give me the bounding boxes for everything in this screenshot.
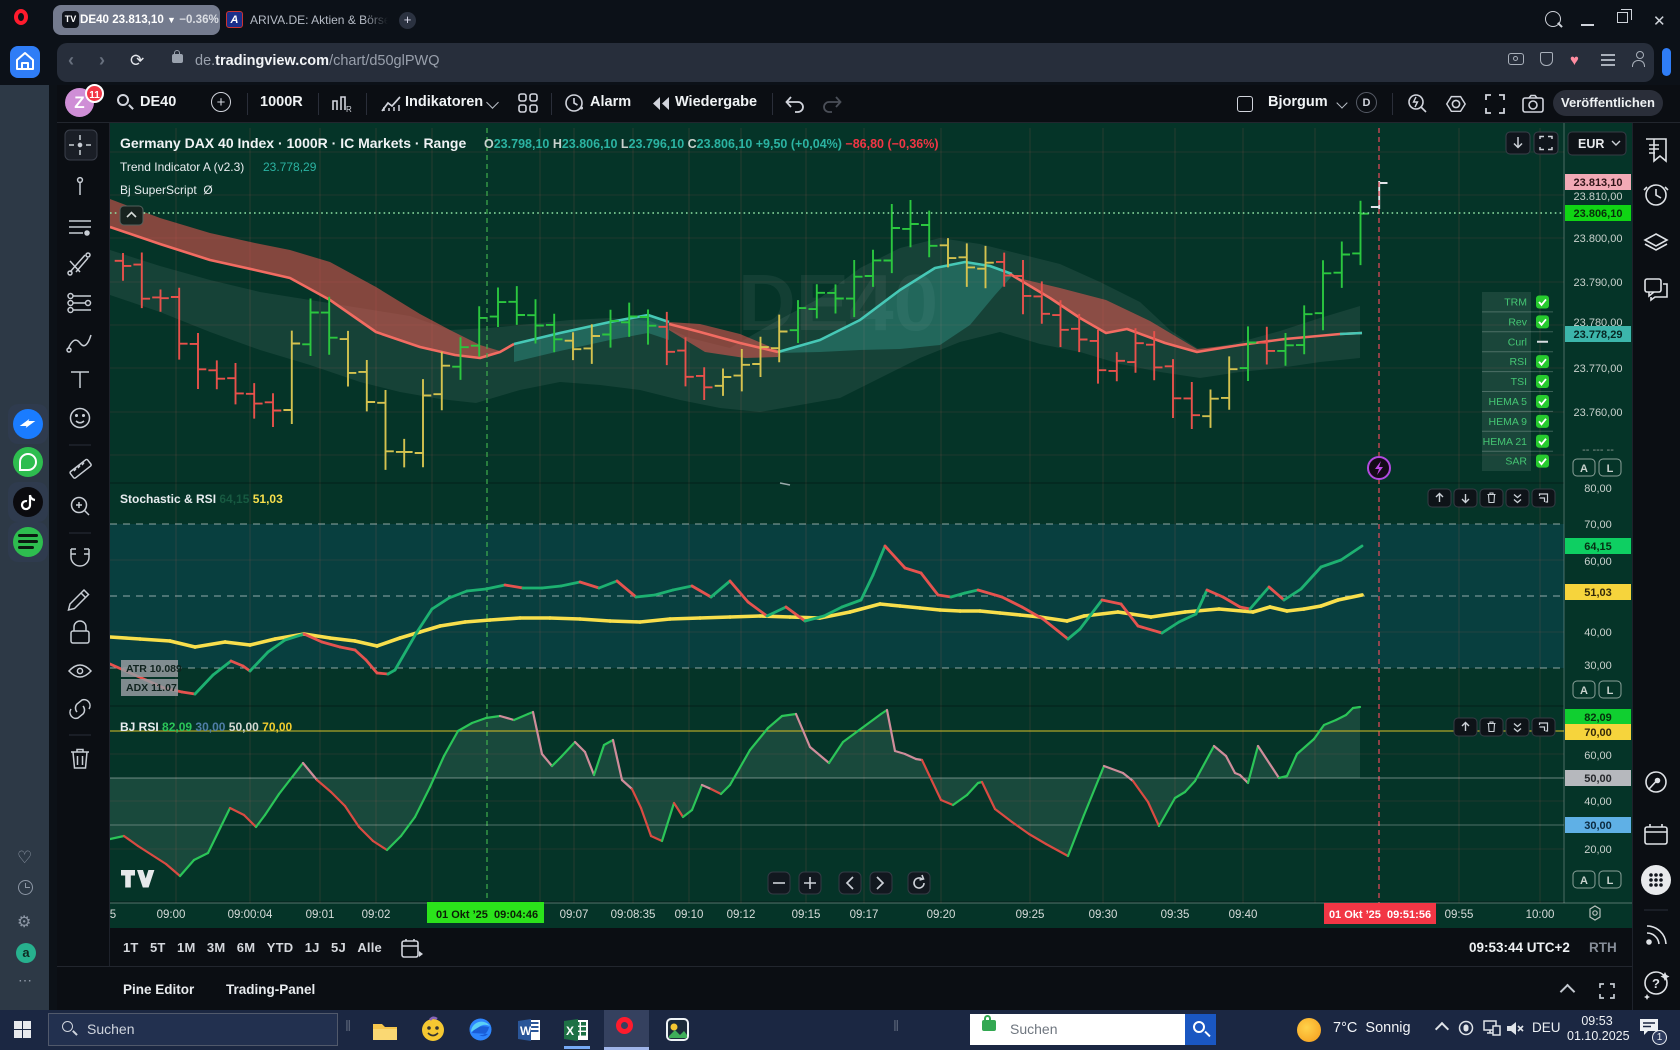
svg-text:HEMA 21: HEMA 21: [1483, 436, 1528, 448]
svg-text:A: A: [1580, 463, 1588, 475]
svg-text:RSI: RSI: [1509, 356, 1527, 368]
svg-text:23.760,00: 23.760,00: [1574, 407, 1623, 419]
svg-text:09:12: 09:12: [727, 909, 756, 921]
svg-text:R: R: [346, 105, 352, 114]
svg-text:60,00: 60,00: [1584, 556, 1612, 568]
svg-text:HEMA 5: HEMA 5: [1488, 396, 1527, 408]
svg-text:5: 5: [110, 909, 116, 921]
svg-text:20,00: 20,00: [1584, 844, 1612, 856]
svg-text:09:08:35: 09:08:35: [611, 909, 656, 921]
svg-text:40,00: 40,00: [1584, 627, 1612, 639]
svg-text:Germany DAX 40 Index · 1000R ·: Germany DAX 40 Index · 1000R · IC Market…: [120, 135, 466, 151]
svg-text:40,00: 40,00: [1584, 796, 1612, 808]
svg-text:01 Okt ’25 09:04:46: 01 Okt ’25 09:04:46: [436, 909, 538, 921]
svg-text:01 Okt ’25 09:51:56: 01 Okt ’25 09:51:56: [1329, 909, 1431, 921]
svg-text:-- --- --: -- --- --: [1582, 444, 1614, 456]
svg-text:Stochastic & RSI 64,15 51,03: Stochastic & RSI 64,15 51,03: [120, 492, 283, 506]
svg-text:09:02: 09:02: [362, 909, 391, 921]
svg-text:23.806,10: 23.806,10: [1574, 208, 1623, 220]
svg-text:Rev: Rev: [1508, 316, 1527, 328]
svg-text:09:30: 09:30: [1089, 909, 1118, 921]
svg-text:TRM: TRM: [1504, 296, 1527, 308]
svg-text:51,03: 51,03: [1584, 587, 1612, 599]
svg-text:30,00: 30,00: [1584, 820, 1612, 832]
svg-text:A: A: [1580, 875, 1588, 887]
svg-text:EUR: EUR: [1578, 137, 1604, 151]
svg-text:?: ?: [1652, 976, 1660, 991]
svg-text:L: L: [1607, 463, 1614, 475]
svg-text:09:00:04: 09:00:04: [228, 909, 273, 921]
svg-text:23.778,29: 23.778,29: [1574, 329, 1623, 341]
svg-text:82,09: 82,09: [1584, 712, 1612, 724]
svg-text:80,00: 80,00: [1584, 483, 1612, 495]
svg-text:23.800,00: 23.800,00: [1574, 233, 1623, 245]
svg-text:09:01: 09:01: [306, 909, 335, 921]
svg-text:09:15: 09:15: [792, 909, 821, 921]
svg-text:L: L: [1607, 685, 1614, 697]
svg-text:09:35: 09:35: [1161, 909, 1190, 921]
svg-text:09:00: 09:00: [157, 909, 186, 921]
svg-text:09:25: 09:25: [1016, 909, 1045, 921]
svg-text:09:10: 09:10: [675, 909, 704, 921]
svg-text:ATR 10.089: ATR 10.089: [126, 663, 182, 675]
svg-text:09:40: 09:40: [1229, 909, 1258, 921]
svg-text:30,00: 30,00: [1584, 660, 1612, 672]
svg-text:60,00: 60,00: [1584, 750, 1612, 762]
svg-text:ADX 11.07: ADX 11.07: [126, 682, 177, 694]
svg-text:HEMA 9: HEMA 9: [1488, 416, 1527, 428]
svg-text:09:55: 09:55: [1445, 909, 1474, 921]
svg-text:23.778,29: 23.778,29: [263, 160, 317, 174]
svg-text:A: A: [1580, 685, 1588, 697]
svg-text:O23.798,10 H23.806,10 L23.796,: O23.798,10 H23.806,10 L23.796,10 C23.806…: [484, 137, 939, 151]
svg-text:70,00: 70,00: [1584, 519, 1612, 531]
svg-text:23.813,10: 23.813,10: [1574, 177, 1623, 189]
svg-text:SAR: SAR: [1505, 456, 1527, 468]
svg-text:23.770,00: 23.770,00: [1574, 363, 1623, 375]
svg-text:70,00: 70,00: [1584, 727, 1612, 739]
svg-text:BJ RSI 82,09 30,00 50,00 70,00: BJ RSI 82,09 30,00 50,00 70,00: [120, 720, 292, 734]
svg-text:10:00: 10:00: [1526, 909, 1555, 921]
svg-text:TSI: TSI: [1511, 376, 1527, 388]
svg-text:W: W: [520, 1024, 532, 1038]
svg-text:Bj SuperScript Ø: Bj SuperScript Ø: [120, 183, 213, 197]
svg-text:23.810,00: 23.810,00: [1574, 191, 1623, 203]
svg-text:L: L: [1607, 875, 1614, 887]
svg-text:23.790,00: 23.790,00: [1574, 277, 1623, 289]
svg-text:09:20: 09:20: [927, 909, 956, 921]
svg-text:Curl: Curl: [1508, 336, 1527, 348]
svg-text:50,00: 50,00: [1584, 773, 1612, 785]
svg-text:64,15: 64,15: [1584, 541, 1612, 553]
svg-text:09:07: 09:07: [560, 909, 589, 921]
svg-text:09:17: 09:17: [850, 909, 879, 921]
svg-text:Trend Indicator A (v2.3): Trend Indicator A (v2.3): [120, 160, 244, 174]
svg-text:X: X: [566, 1024, 574, 1038]
